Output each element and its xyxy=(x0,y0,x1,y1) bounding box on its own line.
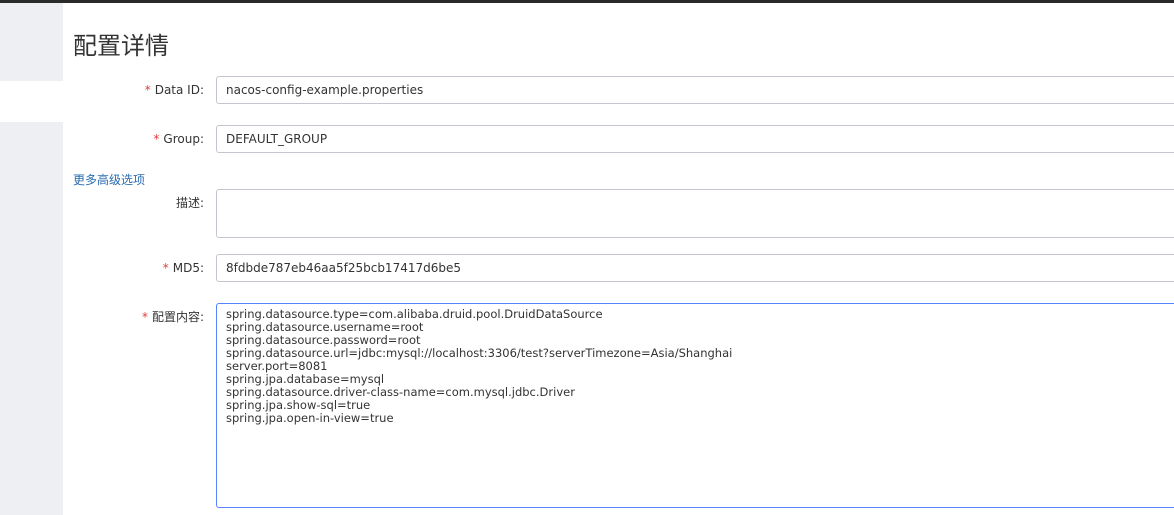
md5-label: * MD5: xyxy=(0,260,204,276)
md5-label-text: MD5: xyxy=(172,261,204,275)
description-label: 描述: xyxy=(0,195,204,211)
sidebar-panel-top xyxy=(0,3,63,81)
data-id-label-text: Data ID: xyxy=(154,83,204,97)
md5-input[interactable]: 8fdbde787eb46aa5f25bcb17417d6be5 xyxy=(216,254,1174,282)
data-id-input[interactable]: nacos-config-example.properties xyxy=(216,76,1174,104)
code-line: spring.jpa.open-in-view=true xyxy=(226,411,394,425)
required-mark: * xyxy=(141,310,148,324)
required-mark: * xyxy=(162,261,169,275)
md5-value: 8fdbde787eb46aa5f25bcb17417d6be5 xyxy=(226,261,461,275)
group-input[interactable]: DEFAULT_GROUP xyxy=(216,125,1174,153)
group-label: * Group: xyxy=(0,131,204,147)
description-label-text: 描述: xyxy=(175,196,204,210)
code-line: spring.datasource.url=jdbc:mysql://local… xyxy=(226,346,733,360)
description-textarea[interactable] xyxy=(216,189,1174,238)
top-bar xyxy=(0,0,1174,3)
group-label-text: Group: xyxy=(163,132,204,146)
required-mark: * xyxy=(144,83,151,97)
advanced-options-link[interactable]: 更多高级选项 xyxy=(73,172,145,188)
content-editor[interactable]: spring.datasource.type=com.alibaba.druid… xyxy=(216,303,1174,508)
content-label-text: 配置内容: xyxy=(151,310,204,324)
page-title: 配置详情 xyxy=(73,32,169,60)
data-id-label: * Data ID: xyxy=(0,82,204,98)
required-mark: * xyxy=(153,132,160,146)
group-value: DEFAULT_GROUP xyxy=(226,132,328,146)
content-label: * 配置内容: xyxy=(0,309,204,325)
data-id-value: nacos-config-example.properties xyxy=(226,83,424,97)
